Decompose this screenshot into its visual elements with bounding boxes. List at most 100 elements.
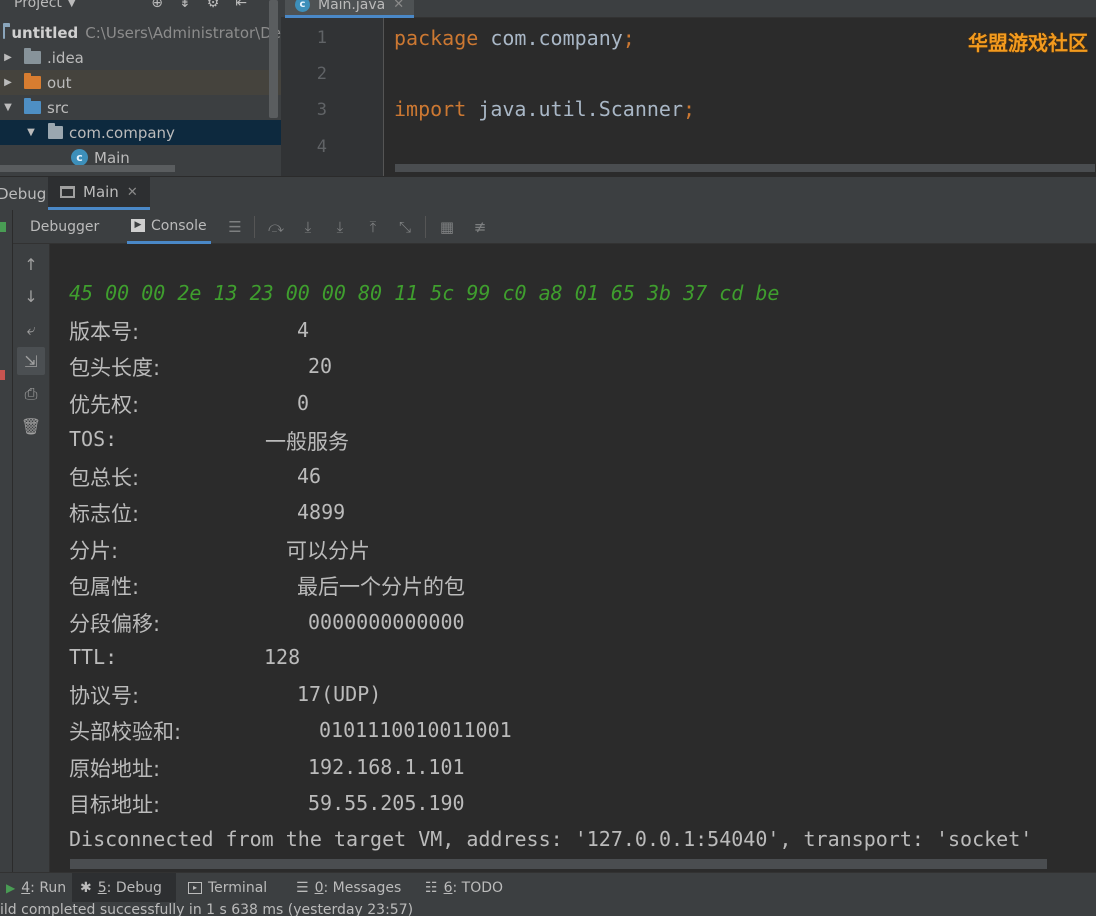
line-number: 1 — [316, 28, 327, 48]
field-value: 46 — [297, 464, 322, 488]
step-over-icon[interactable]: ⤼ — [267, 218, 285, 236]
step-out-icon[interactable]: ⤒ — [364, 218, 382, 236]
field-key: 标志位: — [69, 502, 140, 526]
console-horizontal-scrollbar[interactable] — [70, 859, 1047, 869]
disconnect-message: Disconnected from the target VM, address… — [69, 827, 1033, 851]
gear-icon[interactable]: ⚙ — [207, 0, 220, 11]
locate-icon[interactable]: ⊕ — [151, 0, 163, 11]
tree-item-out[interactable]: ▶ out — [0, 70, 281, 95]
field-key: 分段偏移: — [69, 612, 161, 636]
tab-debugger[interactable]: Debugger — [30, 210, 99, 244]
field-key: 分片: — [69, 539, 119, 563]
tree-item-path: C:\Users\Administrator\De — [85, 23, 281, 42]
resume-icon[interactable] — [0, 222, 6, 232]
line-number: 2 — [316, 64, 327, 84]
down-arrow-icon[interactable]: ↓ — [17, 282, 45, 310]
field-key: 原始地址: — [69, 757, 161, 781]
field-value: 20 — [308, 354, 333, 378]
field-value: 4899 — [297, 500, 346, 524]
project-tool-window: Project ▼ ⊕ ⇟ ⚙ ⇤ untitled C:\Users\Admi… — [0, 0, 281, 176]
console-output[interactable]: 45 00 00 2e 13 23 00 00 80 11 5c 99 c0 a… — [51, 244, 1096, 872]
editor-tab-label: Main.java — [318, 0, 386, 13]
debug-tool-window-header: Debug: Main ✕ — [0, 176, 1096, 210]
status-text: ild completed successfully in 1 s 638 ms… — [0, 902, 414, 916]
todo-tool-button[interactable]: ☷ 6: TODO — [419, 873, 509, 903]
step-into-icon[interactable]: ⤓ — [299, 218, 317, 236]
trace-icon[interactable]: ≢ — [471, 218, 489, 236]
menu-icon[interactable]: ☰ — [226, 218, 244, 236]
up-arrow-icon[interactable]: ↑ — [17, 250, 45, 278]
soft-wrap-icon[interactable]: ⤶ — [17, 316, 45, 344]
code-text: com.company — [478, 26, 623, 50]
editor-tab-main-java[interactable]: c Main.java ✕ — [285, 0, 415, 18]
console-window-icon — [60, 186, 75, 198]
package-icon — [48, 123, 63, 139]
tree-item-com-company[interactable]: ▼ com.company — [0, 120, 281, 145]
code-editor[interactable]: package com.company; import java.util.Sc… — [385, 18, 1096, 176]
tree-item-untitled[interactable]: untitled C:\Users\Administrator\De — [0, 20, 281, 45]
todo-icon: ☷ — [425, 880, 438, 896]
run-tool-button[interactable]: ▶ 4: Run — [0, 873, 72, 903]
run-to-cursor-icon[interactable]: ⤡ — [396, 218, 414, 236]
field-key: 优先权: — [69, 393, 140, 417]
tree-item-label: com.company — [69, 123, 175, 142]
trash-icon[interactable]: 🗑 — [17, 412, 45, 440]
tree-horizontal-scrollbar[interactable] — [0, 165, 175, 172]
class-icon: c — [71, 149, 88, 166]
tree-item-label: out — [47, 73, 72, 92]
line-number: 4 — [316, 137, 327, 157]
messages-icon: ☰ — [296, 880, 309, 896]
chevron-down-icon[interactable]: ▼ — [3, 102, 13, 113]
evaluate-icon[interactable]: ▦ — [438, 218, 456, 236]
field-value: 17(UDP) — [297, 682, 382, 706]
toolbar-separator — [425, 216, 426, 238]
console-side-toolbar: ↑ ↓ ⤶ ⇲ ⎙ 🗑 — [13, 244, 50, 872]
tree-item-idea[interactable]: ▶ .idea — [0, 45, 281, 70]
field-value: 最后一个分片的包 — [297, 575, 465, 599]
run-icon: ▶ — [6, 881, 16, 895]
status-bar: ild completed successfully in 1 s 638 ms… — [0, 902, 1096, 916]
chevron-right-icon[interactable]: ▶ — [3, 77, 13, 88]
field-key: 包属性: — [69, 575, 140, 599]
chevron-down-icon[interactable]: ▼ — [26, 127, 36, 138]
editor-gutter: 1 2 3 4 — [281, 18, 384, 176]
chevron-down-icon[interactable]: ▼ — [68, 0, 76, 9]
run-label: 4: Run — [21, 880, 67, 896]
tree-item-label: src — [47, 98, 69, 117]
field-value: 59.55.205.190 — [308, 791, 465, 815]
field-value: 0000000000000 — [308, 610, 465, 634]
debug-session-tab[interactable]: Main ✕ — [48, 177, 150, 210]
line-number: 3 — [316, 100, 327, 120]
project-header: Project ▼ ⊕ ⇟ ⚙ ⇤ — [0, 0, 281, 14]
scroll-to-end-icon[interactable]: ⇲ — [17, 347, 45, 375]
hide-icon[interactable]: ⇤ — [235, 0, 247, 11]
todo-label: 6: TODO — [443, 880, 504, 896]
chevron-right-icon[interactable]: ▶ — [3, 52, 13, 63]
field-key: TOS: — [69, 427, 118, 451]
messages-tool-button[interactable]: ☰ 0: Messages — [290, 873, 407, 903]
tree-vertical-scrollbar[interactable] — [269, 0, 278, 118]
terminal-tool-button[interactable]: ▸ Terminal — [182, 873, 273, 903]
folder-icon — [24, 48, 41, 64]
close-icon[interactable]: ✕ — [127, 185, 138, 200]
debug-tool-button[interactable]: ✱ 5: Debug — [72, 873, 176, 903]
toolbar-separator — [254, 216, 255, 238]
code-line-1[interactable]: package com.company; — [394, 26, 635, 50]
force-step-into-icon[interactable]: ⤓ — [331, 218, 349, 236]
excluded-folder-icon — [24, 73, 41, 89]
tree-item-label: .idea — [47, 48, 84, 67]
code-keyword: package — [394, 26, 479, 50]
project-view-label[interactable]: Project — [14, 0, 62, 11]
print-icon[interactable]: ⎙ — [17, 380, 45, 408]
code-keyword: import — [394, 97, 467, 121]
field-key: 包总长: — [69, 466, 140, 490]
editor-horizontal-scrollbar[interactable] — [395, 164, 1095, 172]
tab-label: Debugger — [30, 219, 100, 235]
close-icon[interactable]: ✕ — [393, 0, 404, 12]
code-line-3[interactable]: import java.util.Scanner; — [394, 97, 695, 121]
tab-console[interactable]: ▶ Console — [127, 210, 211, 244]
tree-item-src[interactable]: ▼ src — [0, 95, 281, 120]
code-text: java.util.Scanner — [466, 97, 683, 121]
stop-icon[interactable] — [0, 370, 5, 380]
collapse-icon[interactable]: ⇟ — [179, 0, 191, 11]
